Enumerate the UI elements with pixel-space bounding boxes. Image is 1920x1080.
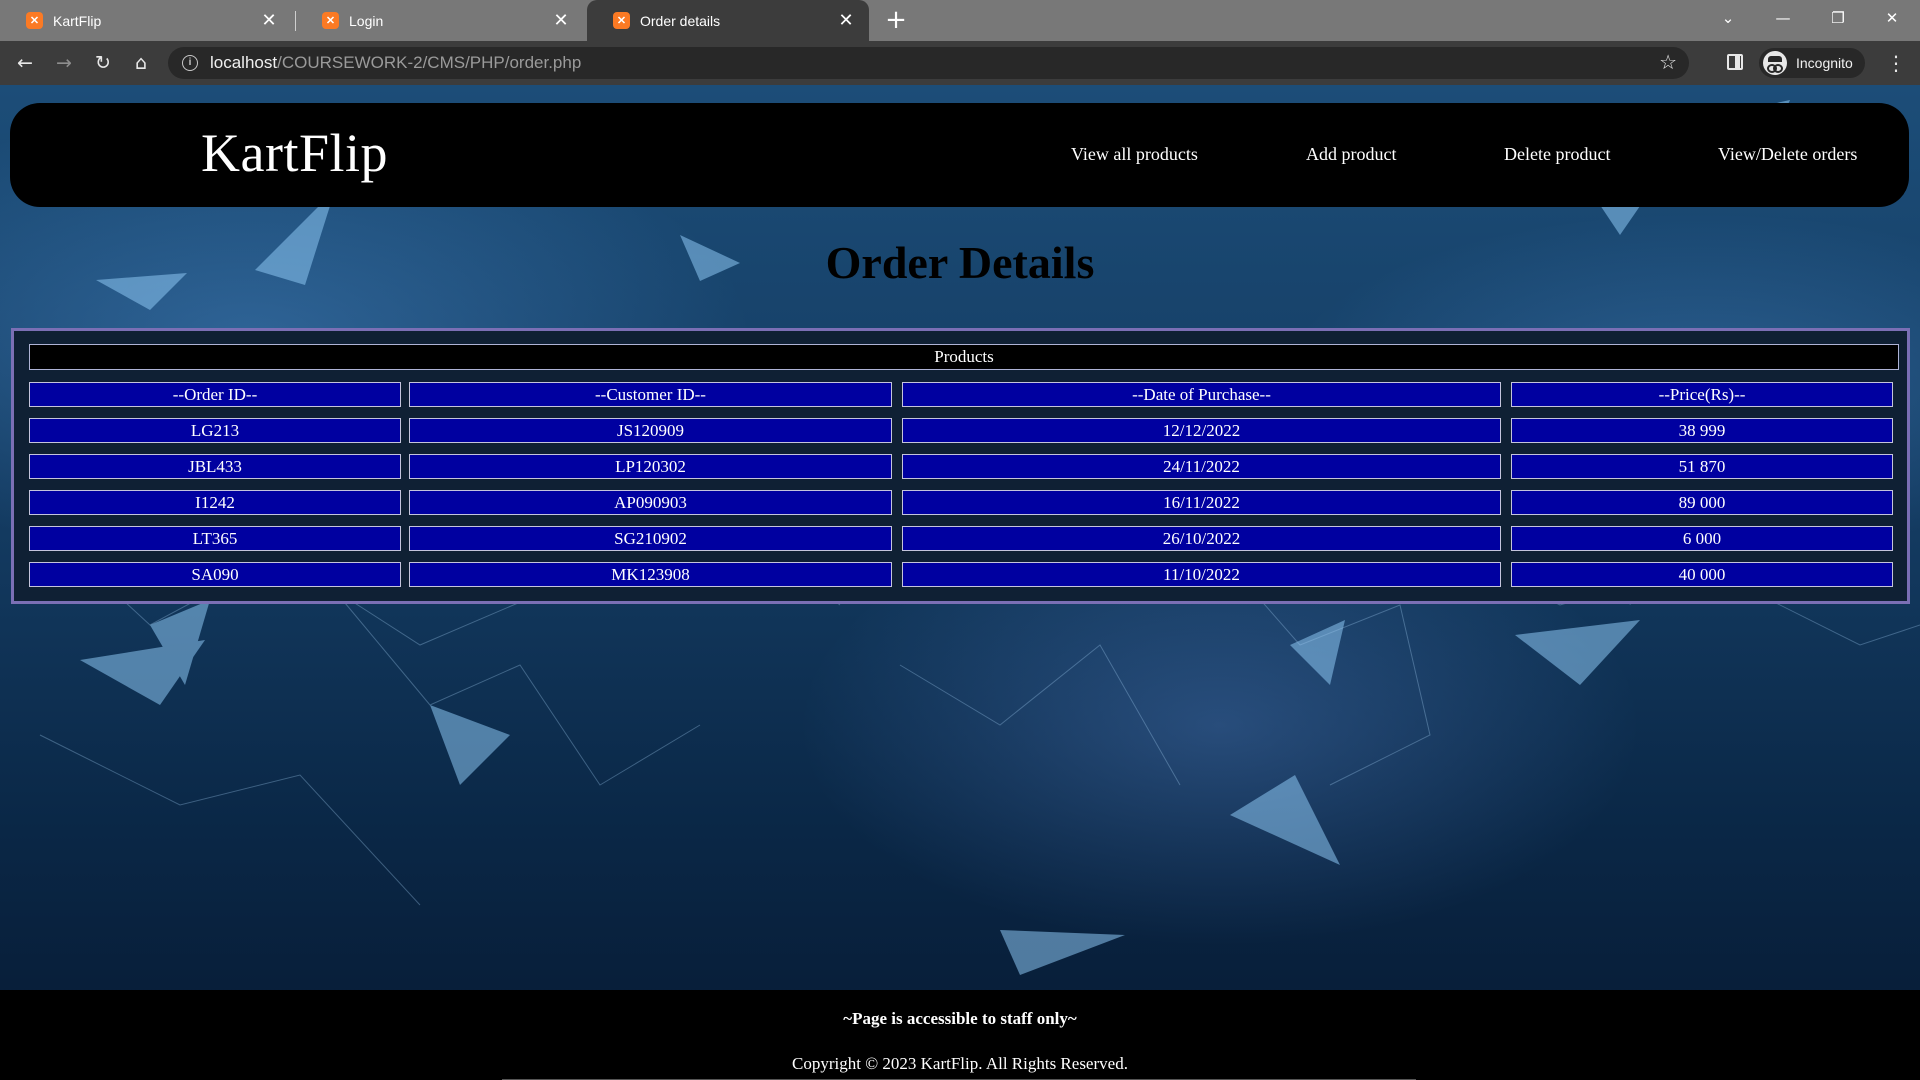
- table-cell-order-id: I1242: [29, 490, 401, 515]
- site-footer: ~Page is accessible to staff only~ Copyr…: [0, 990, 1920, 1080]
- table-cell-order-id: LG213: [29, 418, 401, 443]
- incognito-profile-button[interactable]: Incognito: [1759, 48, 1865, 78]
- nav-delete-product[interactable]: Delete product: [1504, 143, 1610, 165]
- column-header-customer-id: --Customer ID--: [409, 382, 892, 407]
- side-panel-icon[interactable]: [1727, 54, 1743, 70]
- table-cell-date: 24/11/2022: [902, 454, 1501, 479]
- copyright-text: Copyright © 2023 KartFlip. All Rights Re…: [792, 1054, 1128, 1073]
- table-cell-price: 40 000: [1511, 562, 1893, 587]
- close-icon[interactable]: ✕: [835, 9, 857, 31]
- back-icon[interactable]: ←: [8, 46, 42, 80]
- address-bar[interactable]: i localhost/COURSEWORK-2/CMS/PHP/order.p…: [168, 47, 1689, 79]
- xampp-icon: ✕: [613, 12, 630, 29]
- browser-tab-kartflip[interactable]: ✕ KartFlip ✕: [0, 0, 292, 41]
- reload-icon[interactable]: ↻: [86, 46, 120, 80]
- browser-tab-order-details[interactable]: ✕ Order details ✕: [587, 0, 869, 41]
- incognito-icon: [1763, 51, 1787, 75]
- table-caption: Products: [29, 344, 1899, 370]
- table-cell-date: 11/10/2022: [902, 562, 1501, 587]
- nav-view-all-products[interactable]: View all products: [1071, 143, 1198, 165]
- column-header-date-of-purchase: --Date of Purchase--: [902, 382, 1501, 407]
- table-cell-customer-id: LP120302: [409, 454, 892, 479]
- table-cell-order-id: LT365: [29, 526, 401, 551]
- browser-tab-login[interactable]: ✕ Login ✕: [296, 0, 584, 41]
- table-cell-price: 89 000: [1511, 490, 1893, 515]
- info-icon[interactable]: i: [182, 55, 198, 71]
- table-cell-customer-id: MK123908: [409, 562, 892, 587]
- xampp-icon: ✕: [322, 12, 339, 29]
- table-cell-price: 51 870: [1511, 454, 1893, 479]
- nav-add-product[interactable]: Add product: [1306, 143, 1396, 165]
- table-cell-customer-id: SG210902: [409, 526, 892, 551]
- table-cell-date: 12/12/2022: [902, 418, 1501, 443]
- table-cell-date: 26/10/2022: [902, 526, 1501, 551]
- page-viewport: KartFlip View all products Add product D…: [0, 85, 1920, 1080]
- table-cell-customer-id: JS120909: [409, 418, 892, 443]
- xampp-icon: ✕: [26, 12, 43, 29]
- column-header-order-id: --Order ID--: [29, 382, 401, 407]
- close-icon[interactable]: ✕: [550, 9, 572, 31]
- column-header-price: --Price(Rs)--: [1511, 382, 1893, 407]
- site-header: KartFlip View all products Add product D…: [10, 103, 1909, 207]
- new-tab-button[interactable]: +: [881, 6, 911, 36]
- profile-label: Incognito: [1796, 55, 1853, 71]
- nav-view-delete-orders[interactable]: View/Delete orders: [1718, 143, 1857, 165]
- kebab-menu-icon[interactable]: ⋮: [1886, 52, 1906, 74]
- site-logo[interactable]: KartFlip: [201, 123, 388, 183]
- browser-toolbar: ← → ↻ ⌂ i localhost/COURSEWORK-2/CMS/PHP…: [0, 41, 1920, 85]
- table-cell-customer-id: AP090903: [409, 490, 892, 515]
- table-cell-price: 38 999: [1511, 418, 1893, 443]
- table-cell-order-id: JBL433: [29, 454, 401, 479]
- forward-icon[interactable]: →: [47, 46, 81, 80]
- url-text[interactable]: localhost/COURSEWORK-2/CMS/PHP/order.php: [210, 53, 581, 73]
- orders-table: Products --Order ID-- --Customer ID-- --…: [11, 328, 1910, 604]
- table-cell-order-id: SA090: [29, 562, 401, 587]
- tab-search-icon[interactable]: ⌄: [1700, 0, 1756, 36]
- table-cell-date: 16/11/2022: [902, 490, 1501, 515]
- close-icon[interactable]: ✕: [258, 9, 280, 31]
- page-title: Order Details: [825, 237, 1095, 288]
- table-cell-price: 6 000: [1511, 526, 1893, 551]
- browser-tab-strip: ✕ KartFlip ✕ ✕ Login ✕ ✕ Order details ✕…: [0, 0, 1920, 41]
- staff-only-notice: ~Page is accessible to staff only~: [843, 1009, 1077, 1028]
- restore-icon[interactable]: ❐: [1810, 0, 1866, 36]
- window-close-icon[interactable]: ✕: [1864, 0, 1920, 36]
- home-icon[interactable]: ⌂: [124, 46, 158, 80]
- minimize-icon[interactable]: —: [1755, 0, 1811, 36]
- bookmark-star-icon[interactable]: ☆: [1659, 50, 1677, 74]
- tab-title: KartFlip: [53, 12, 102, 29]
- tab-title: Login: [349, 12, 384, 29]
